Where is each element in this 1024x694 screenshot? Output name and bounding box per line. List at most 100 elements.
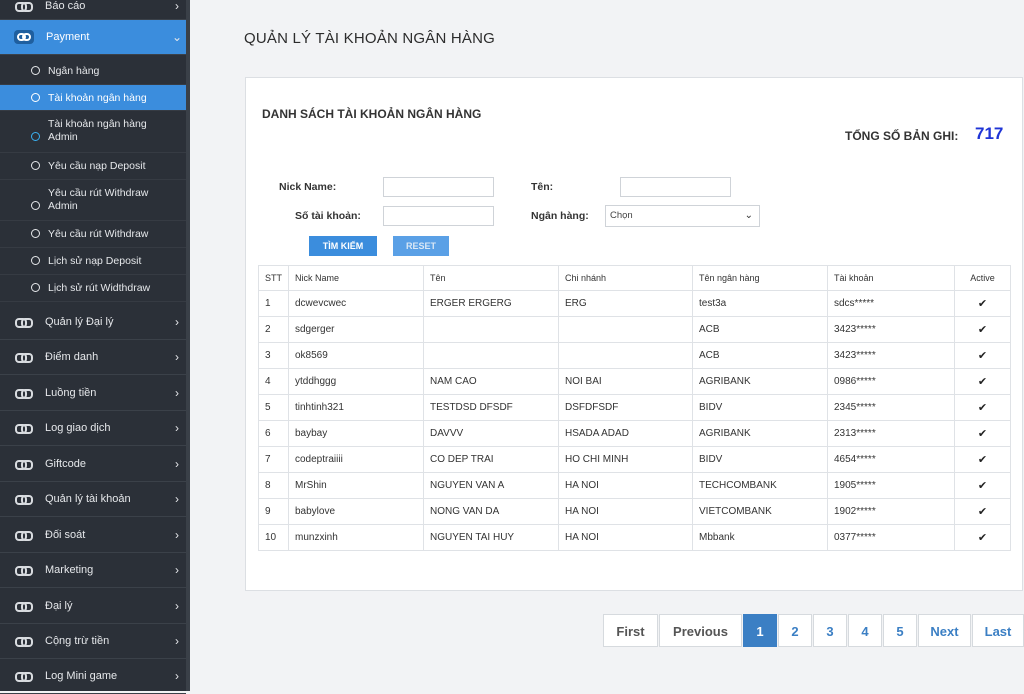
sidebar-item-mini-game-log[interactable]: Log Mini game › xyxy=(0,659,186,694)
table-cell: HA NOI xyxy=(558,498,693,525)
pagination-page-2[interactable]: 2 xyxy=(778,614,812,647)
total-records-value: 717 xyxy=(975,124,1004,143)
pagination-page-4[interactable]: 4 xyxy=(848,614,882,647)
sidebar-item-payment[interactable]: Payment ⌄ xyxy=(0,20,186,55)
table-row[interactable]: 10 munzxinh NGUYEN TAI HUY HA NOI Mbbank 0377… xyxy=(258,524,1011,551)
search-button[interactable]: TÌM KIẾM xyxy=(309,236,377,256)
table-cell: NAM CAO xyxy=(423,368,559,395)
check-icon: ✔ xyxy=(977,428,988,440)
table-cell: NONG VAN DA xyxy=(423,498,559,525)
bank-select[interactable]: Chọn ⌄ xyxy=(605,205,760,227)
table-row[interactable]: 7 codeptraiiii CO DEP TRAI HO CHI MINH BIDV 4… xyxy=(258,446,1011,473)
table-cell: HA NOI xyxy=(558,472,693,499)
col-account: Tài khoản xyxy=(827,265,955,291)
check-icon: ✔ xyxy=(977,532,988,544)
sidebar-subitem-deposit-requests[interactable]: Yêu cầu nạp Deposit xyxy=(0,153,186,180)
table-cell xyxy=(558,342,693,369)
sidebar-item-giftcode[interactable]: Giftcode › xyxy=(0,446,186,482)
pagination-previous[interactable]: Previous xyxy=(659,614,742,647)
active-cell[interactable]: ✔ xyxy=(954,290,1011,317)
sidebar-item-cash-flow[interactable]: Luồng tiền › xyxy=(0,375,186,411)
table-cell: 4 xyxy=(258,368,289,395)
pagination-page-1[interactable]: 1 xyxy=(743,614,777,647)
sidebar-subitem-withdraw-requests[interactable]: Yêu cầu rút Withdraw xyxy=(0,221,186,248)
circle-icon xyxy=(31,283,40,292)
table-cell: 5 xyxy=(258,394,289,421)
gamepad-icon xyxy=(15,565,33,576)
table-row[interactable]: 4 ytddhggg NAM CAO NOI BAI AGRIBANK 0986*****… xyxy=(258,368,1011,395)
active-cell[interactable]: ✔ xyxy=(954,420,1011,447)
circle-icon xyxy=(31,161,40,170)
table-cell: 3423***** xyxy=(827,342,955,369)
table-row[interactable]: 6 baybay DAVVV HSADA ADAD AGRIBANK 2313***** ✔ xyxy=(258,420,1011,447)
table-cell: AGRIBANK xyxy=(692,368,828,395)
sidebar-subitem-withdraw-history[interactable]: Lịch sử rút Widthdraw xyxy=(0,275,186,302)
circle-icon xyxy=(31,93,40,102)
pagination-first[interactable]: First xyxy=(603,614,658,647)
sidebar-item-marketing[interactable]: Marketing › xyxy=(0,553,186,588)
table-cell: MrShin xyxy=(288,472,424,499)
table-cell: CO DEP TRAI xyxy=(423,446,559,473)
table-row[interactable]: 2 sdgerger ACB 3423***** ✔ xyxy=(258,316,1011,343)
table-row[interactable]: 3 ok8569 ACB 3423***** ✔ xyxy=(258,342,1011,369)
sidebar-subitem-banks[interactable]: Ngân hàng xyxy=(0,58,186,85)
table-cell: 3 xyxy=(258,342,289,369)
check-icon: ✔ xyxy=(977,324,988,336)
active-cell[interactable]: ✔ xyxy=(954,368,1011,395)
table-row[interactable]: 8 MrShin NGUYEN VAN A HA NOI TECHCOMBANK 1905… xyxy=(258,472,1011,499)
sidebar-item-add-subtract-money[interactable]: Cộng trừ tiền › xyxy=(0,624,186,659)
pagination-page-5[interactable]: 5 xyxy=(883,614,917,647)
table-cell: test3a xyxy=(692,290,828,317)
account-number-input[interactable] xyxy=(383,206,494,226)
col-branch: Chi nhánh xyxy=(558,265,693,291)
sidebar-subitem-deposit-history[interactable]: Lịch sử nạp Deposit xyxy=(0,248,186,275)
check-icon: ✔ xyxy=(977,298,988,310)
pagination-last[interactable]: Last xyxy=(972,614,1024,647)
circle-icon xyxy=(31,132,40,141)
active-cell[interactable]: ✔ xyxy=(954,472,1011,499)
table-row[interactable]: 1 dcwevcwec ERGER ERGERG ERG test3a sdcs*****… xyxy=(258,290,1011,317)
sidebar-item-reports[interactable]: Báo cáo › xyxy=(0,0,186,20)
check-icon: ✔ xyxy=(977,506,988,518)
name-input[interactable] xyxy=(620,177,731,197)
active-cell[interactable]: ✔ xyxy=(954,524,1011,551)
table-cell: ACB xyxy=(692,316,828,343)
table-cell: 3423***** xyxy=(827,316,955,343)
sidebar-item-agent[interactable]: Đại lý › xyxy=(0,588,186,624)
pagination-page-3[interactable]: 3 xyxy=(813,614,847,647)
table-row[interactable]: 9 babylove NONG VAN DA HA NOI VIETCOMBANK 190… xyxy=(258,498,1011,525)
sidebar-item-reconciliation[interactable]: Đối soát › xyxy=(0,517,186,553)
sidebar-item-account-management[interactable]: Quản lý tài khoản › xyxy=(0,482,186,517)
active-cell[interactable]: ✔ xyxy=(954,342,1011,369)
sidebar-item-attendance[interactable]: Điểm danh › xyxy=(0,340,186,375)
sidebar-subitem-bank-accounts[interactable]: Tài khoản ngân hàng xyxy=(0,85,186,111)
sidebar-subitem-withdraw-admin[interactable]: Yêu cầu rút Withdraw Admin xyxy=(0,180,186,221)
reset-button[interactable]: RESET xyxy=(393,236,449,256)
nickname-input[interactable] xyxy=(383,177,494,197)
table-cell: DSFDFSDF xyxy=(558,394,693,421)
active-cell[interactable]: ✔ xyxy=(954,498,1011,525)
sidebar-scrollbar[interactable] xyxy=(186,0,190,691)
bank-account-table: STT Nick Name Tên Chi nhánh Tên ngân hàn… xyxy=(258,265,1011,551)
pagination-next[interactable]: Next xyxy=(918,614,971,647)
gamepad-icon xyxy=(14,30,34,44)
chevron-right-icon: › xyxy=(175,492,179,506)
gamepad-icon xyxy=(15,530,33,541)
chevron-right-icon: › xyxy=(175,456,179,471)
sidebar-item-agent-management[interactable]: Quản lý Đại lý › xyxy=(0,305,186,340)
active-cell[interactable]: ✔ xyxy=(954,394,1011,421)
table-row[interactable]: 5 tinhtinh321 TESTDSD DFSDF DSFDFSDF BIDV 234… xyxy=(258,394,1011,421)
list-title: DANH SÁCH TÀI KHOẢN NGÂN HÀNG xyxy=(262,107,482,121)
table-cell: 0377***** xyxy=(827,524,955,551)
active-cell[interactable]: ✔ xyxy=(954,446,1011,473)
chevron-down-icon: ⌄ xyxy=(744,210,753,221)
gamepad-icon xyxy=(15,423,33,434)
table-cell: 2345***** xyxy=(827,394,955,421)
sidebar-item-transaction-log[interactable]: Log giao dịch › xyxy=(0,411,186,446)
sidebar-subitem-bank-accounts-admin[interactable]: Tài khoản ngân hàng Admin xyxy=(0,111,186,153)
circle-icon xyxy=(31,66,40,75)
table-cell: 7 xyxy=(258,446,289,473)
bank-label: Ngân hàng: xyxy=(531,210,589,222)
gamepad-icon xyxy=(15,317,33,328)
active-cell[interactable]: ✔ xyxy=(954,316,1011,343)
